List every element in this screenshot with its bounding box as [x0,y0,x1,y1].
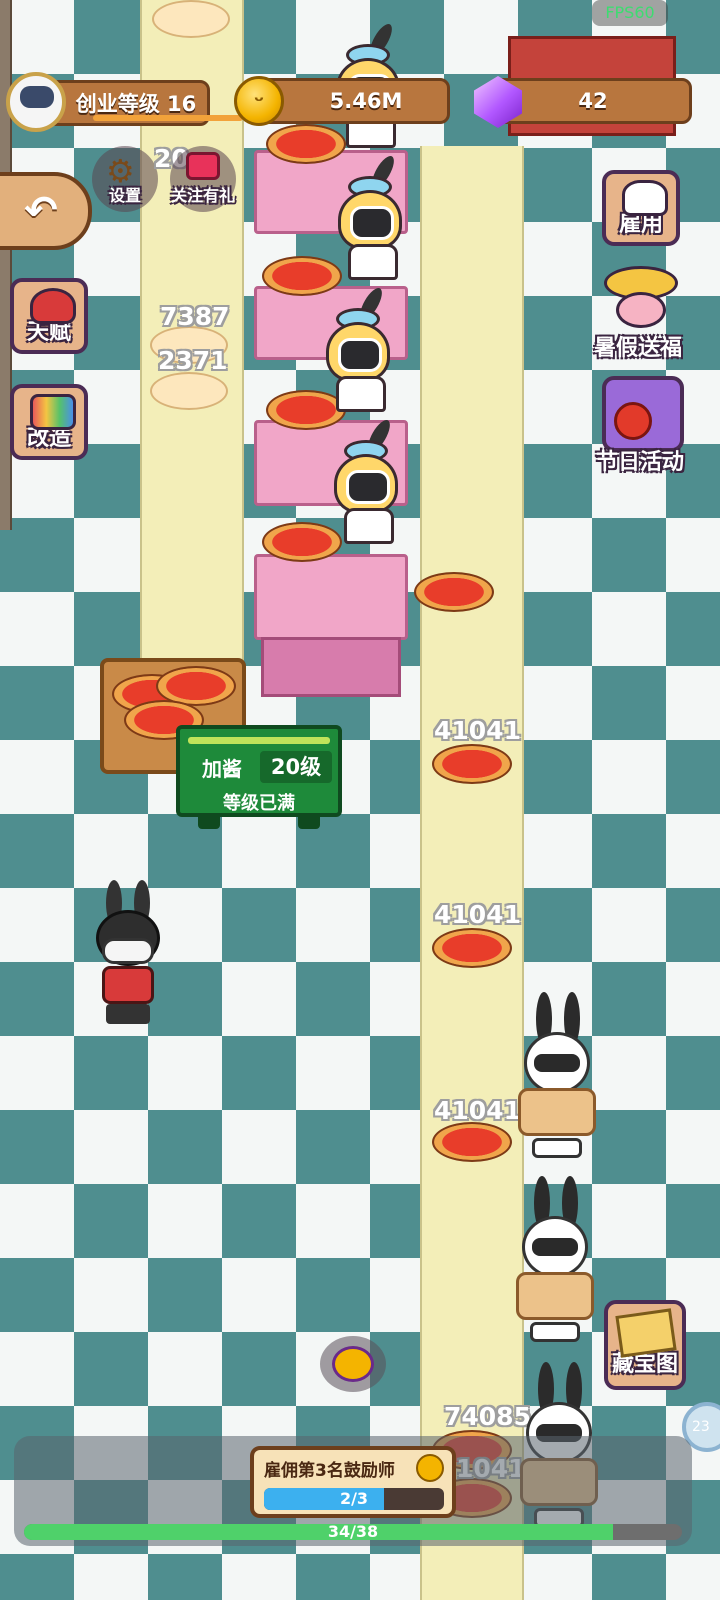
upgrade-level: 20级 [260,751,332,783]
cooking-counter [254,554,408,697]
festival-button[interactable] [602,376,684,452]
hire-button[interactable]: 雇用 [602,170,680,246]
delivery-robot [512,1176,602,1346]
festival-label: 节日活动 [596,450,685,475]
delivery-robot [514,992,604,1162]
task-title: 雇佣第3名鼓励师 [264,1461,395,1481]
follow-gift-button[interactable]: 关注有礼 [170,146,236,212]
gem-value: 42 [578,89,608,113]
task-progress-bar: 2/3 [264,1488,444,1510]
gear-icon: ⚙ [106,152,135,190]
task-progress-text: 2/3 [339,1489,369,1508]
coin-icon: ᵕ [234,76,284,126]
pizza-menu-button[interactable] [320,1336,386,1392]
chef [326,416,406,546]
player-character [88,880,168,1030]
player-avatar[interactable] [6,72,66,132]
dough-value: 7387 [160,302,230,331]
chef [318,284,398,414]
pizza [432,744,512,784]
dough [152,0,230,38]
gem-balance[interactable]: 42 [494,78,692,124]
coin-value: 5.46M [329,89,403,113]
fps-counter: FPS60 [592,0,668,26]
talent-button[interactable]: 天赋 [10,278,88,354]
level-progress-bar [93,115,243,121]
pizza-dish-icon [332,1346,374,1382]
back-button[interactable]: ↶ [0,172,92,250]
summer-gift-label: 暑假送福 [594,336,683,361]
sauce-upgrade-station[interactable]: 加酱 20级 等级已满 [176,725,342,829]
stage-progress-bar: 34/38 [24,1524,682,1540]
pizza-value: 41041 [434,716,521,745]
cap-icon [30,288,76,324]
map-scroll-icon [615,1308,677,1358]
settings-button[interactable]: ⚙ 设置 [92,146,158,212]
paint-roller-icon [30,394,76,430]
pizza-value: 41041 [434,900,521,929]
upgrade-status: 等级已满 [223,793,295,814]
treasure-map-button[interactable]: 藏宝图 [604,1300,686,1390]
staff-group-icon [622,180,668,216]
dough-value: 2371 [158,346,228,375]
stage-progress-text: 34/38 [327,1524,379,1540]
chef [330,152,410,282]
follow-gift-label: 关注有礼 [170,186,235,205]
back-arrow-icon: ↶ [24,188,58,234]
current-task[interactable]: 雇佣第3名鼓励师 2/3 [250,1446,456,1518]
remodel-button[interactable]: 改造 [10,384,88,460]
pig-face-icon [616,292,666,328]
upgrade-name: 加酱 [202,757,242,781]
gift-box-icon [186,152,220,180]
pizza [432,928,512,968]
pizza-lane [420,146,524,1600]
pizza [414,572,494,612]
pizza [432,1122,512,1162]
business-level-label: 创业等级 16 [75,92,197,116]
reward-coin-icon [416,1454,444,1482]
dough [150,372,228,410]
pizza-value: 41041 [434,1096,521,1125]
lantern-icon [614,402,652,440]
